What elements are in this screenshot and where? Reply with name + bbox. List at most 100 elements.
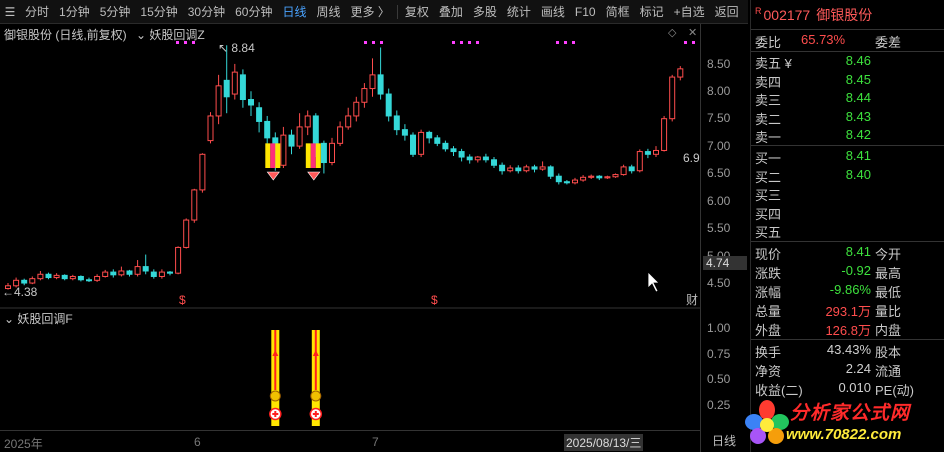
bid-row[interactable]: 买一 8.41 bbox=[755, 148, 941, 166]
add-watchlist-button[interactable]: +自选 bbox=[669, 3, 710, 20]
candle-body bbox=[555, 175, 562, 183]
simple-frame-button[interactable]: 简框 bbox=[601, 3, 635, 20]
candle-body bbox=[183, 219, 190, 248]
dollar-marker: $ bbox=[431, 293, 438, 307]
signal-bar-yellow bbox=[315, 143, 321, 168]
candle-body bbox=[126, 270, 133, 275]
candle-body bbox=[337, 126, 344, 144]
sub-axis-tick: 0.75 bbox=[707, 347, 731, 361]
signal-bar-yellow bbox=[275, 143, 281, 168]
ask-row[interactable]: 卖三 8.44 bbox=[755, 90, 941, 108]
draw-line-button[interactable]: 画线 bbox=[536, 3, 570, 20]
period-tab[interactable]: 日线 bbox=[712, 432, 736, 449]
candle-body bbox=[677, 68, 684, 78]
restore-rights-button[interactable]: 复权 bbox=[400, 3, 434, 20]
axis-tick: 6.50 bbox=[707, 166, 731, 180]
signal-dot bbox=[692, 41, 695, 44]
tab-5min[interactable]: 5分钟 bbox=[95, 3, 136, 20]
bid-row[interactable]: 买四 bbox=[755, 204, 941, 222]
tab-more[interactable]: 更多 〉 bbox=[346, 3, 395, 20]
kline-chart-area[interactable]: ↖ 8.84 ←4.38 6.9 $ $ 财 御银股份 (日线,前复权) ⌄ 妖股回调Z … bbox=[0, 24, 748, 452]
sub-axis-tick: 0.50 bbox=[707, 372, 731, 386]
sub-chart-title[interactable]: ⌄ 妖股回调F bbox=[4, 310, 73, 327]
axis-tick: 8.50 bbox=[707, 57, 731, 71]
candle-body bbox=[264, 120, 271, 139]
bid-label: 买一 bbox=[755, 151, 782, 166]
candle-body bbox=[636, 151, 643, 172]
multi-stock-button[interactable]: 多股 bbox=[468, 3, 502, 20]
candle-body bbox=[377, 74, 384, 95]
candle-body bbox=[653, 149, 659, 155]
candle-body bbox=[539, 166, 546, 170]
low-price-label: ←4.38 bbox=[2, 285, 38, 299]
sub-axis-tick: 1.00 bbox=[707, 321, 731, 335]
signal-dot bbox=[460, 41, 463, 44]
candle-body bbox=[499, 164, 506, 172]
bid-row[interactable]: 买五 bbox=[755, 222, 941, 240]
tab-weekly[interactable]: 周线 bbox=[311, 3, 345, 20]
stat-label: 现价 bbox=[755, 247, 782, 262]
candle-body bbox=[369, 74, 376, 90]
candle-body bbox=[434, 137, 441, 144]
f10-button[interactable]: F10 bbox=[570, 5, 601, 19]
weibi-label: 委比 bbox=[755, 35, 782, 50]
close-icon[interactable]: ✕ bbox=[688, 26, 697, 39]
statistics-button[interactable]: 统计 bbox=[502, 3, 536, 20]
divider bbox=[751, 51, 944, 52]
tab-60min[interactable]: 60分钟 bbox=[230, 3, 277, 20]
signal-dot bbox=[452, 41, 455, 44]
candle-body bbox=[353, 101, 360, 117]
candle-body bbox=[620, 166, 627, 176]
bid-row[interactable]: 买二 8.40 bbox=[755, 167, 941, 185]
indicator-name[interactable]: ⌄ 妖股回调Z bbox=[136, 28, 205, 42]
bid-row[interactable]: 买三 bbox=[755, 185, 941, 203]
stat-label-2: 内盘 bbox=[875, 323, 902, 338]
overlay-button[interactable]: 叠加 bbox=[434, 3, 468, 20]
tab-30min[interactable]: 30分钟 bbox=[183, 3, 230, 20]
candle-body bbox=[410, 134, 416, 155]
watermark-text: 分析家公式网 bbox=[790, 403, 911, 424]
stat-label-2: 今开 bbox=[875, 247, 902, 262]
candle-body bbox=[644, 151, 651, 155]
tab-daily[interactable]: 日线 bbox=[277, 3, 311, 20]
stat-label: 总量 bbox=[755, 304, 782, 319]
candle-body bbox=[385, 93, 392, 117]
candle-body bbox=[507, 167, 514, 172]
stat2-value: 0.010 bbox=[838, 380, 871, 395]
ask-row[interactable]: 卖四 8.45 bbox=[755, 72, 941, 90]
tab-fenshi[interactable]: 分时 bbox=[20, 3, 54, 20]
stat-value: -9.86% bbox=[829, 282, 871, 297]
bid-label: 买五 bbox=[755, 225, 782, 240]
candle-body bbox=[401, 129, 408, 136]
selected-date: 2025/08/13/三 bbox=[564, 434, 644, 451]
signal-dot bbox=[572, 41, 575, 44]
ask-row[interactable]: 卖二 8.43 bbox=[755, 109, 941, 127]
menu-icon[interactable]: ☰ bbox=[0, 5, 20, 19]
back-button[interactable]: 返回 bbox=[710, 3, 744, 20]
ask-row[interactable]: 卖五 ¥ 8.46 bbox=[755, 53, 941, 71]
signal-dot bbox=[564, 41, 567, 44]
stat2-label-2: 股本 bbox=[875, 345, 902, 360]
axis-tick: 6.00 bbox=[707, 194, 731, 208]
stat-label: 涨跌 bbox=[755, 266, 782, 281]
stock-code: 002177 bbox=[763, 6, 811, 23]
candle-body bbox=[248, 99, 254, 106]
candle-body bbox=[393, 115, 400, 131]
candle-body bbox=[531, 166, 538, 170]
toolbar-divider bbox=[396, 4, 398, 19]
ask-row[interactable]: 卖一 8.42 bbox=[755, 127, 941, 145]
tab-1min[interactable]: 1分钟 bbox=[54, 3, 95, 20]
weibi-row: 委比 65.73% 委差 bbox=[755, 32, 941, 50]
stat-label-2: 最高 bbox=[875, 266, 902, 281]
candle-body bbox=[118, 270, 125, 276]
signal-bar-pink bbox=[270, 143, 276, 168]
diamond-icon[interactable]: ◇ bbox=[668, 26, 676, 39]
mark-button[interactable]: 标记 bbox=[635, 3, 669, 20]
candle-body bbox=[474, 156, 481, 161]
signal-dot bbox=[476, 41, 479, 44]
candle-body bbox=[207, 115, 214, 142]
tab-15min[interactable]: 15分钟 bbox=[135, 3, 182, 20]
stat-row: 总量 293.1万 量比 bbox=[755, 301, 941, 319]
kline-chart-svg[interactable]: ↖ 8.84 ←4.38 6.9 $ $ 财 bbox=[0, 24, 700, 430]
candle-body bbox=[296, 126, 303, 147]
